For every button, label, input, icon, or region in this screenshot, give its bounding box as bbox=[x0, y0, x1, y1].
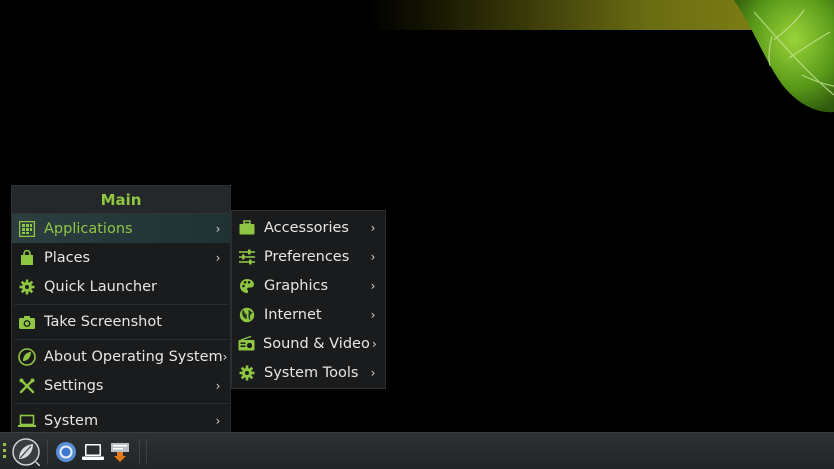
globe-icon bbox=[238, 306, 256, 324]
submenu-item-label: Sound & Video bbox=[263, 335, 370, 352]
submenu-item-sound-video[interactable]: Sound & Video › bbox=[232, 329, 385, 358]
menu-item-about-operating-system[interactable]: About Operating System › bbox=[12, 342, 230, 371]
laptop-icon bbox=[18, 412, 36, 430]
submenu-item-internet[interactable]: Internet › bbox=[232, 300, 385, 329]
apps-grid-icon bbox=[18, 220, 36, 238]
chevron-right-icon: › bbox=[370, 307, 376, 322]
menu-item-label: Applications bbox=[44, 220, 133, 237]
menu-item-label: System bbox=[44, 412, 99, 429]
chevron-right-icon: › bbox=[215, 413, 221, 428]
menu-item-places[interactable]: Places › bbox=[12, 243, 230, 272]
shopping-bag-icon bbox=[18, 249, 36, 267]
taskbar-separator bbox=[47, 439, 48, 465]
radio-icon bbox=[238, 335, 255, 353]
applications-submenu: Accessories › Preferences › Graphics › I… bbox=[231, 210, 386, 389]
submenu-item-system-tools[interactable]: System Tools › bbox=[232, 358, 385, 387]
palette-icon bbox=[238, 277, 256, 295]
menu-leaf-icon[interactable] bbox=[10, 437, 42, 467]
briefcase-icon bbox=[238, 219, 256, 237]
chevron-right-icon: › bbox=[372, 336, 377, 351]
menu-item-label: Quick Launcher bbox=[44, 278, 157, 295]
taskbar bbox=[0, 432, 834, 469]
menu-separator bbox=[14, 339, 228, 340]
chevron-right-icon: › bbox=[370, 278, 376, 293]
taskbar-separator bbox=[146, 439, 147, 465]
menu-item-system[interactable]: System › bbox=[12, 406, 230, 435]
submenu-item-accessories[interactable]: Accessories › bbox=[232, 213, 385, 242]
main-menu: Main Applications › Places › Quick Launc… bbox=[11, 185, 231, 433]
menu-separator bbox=[14, 403, 228, 404]
chevron-right-icon: › bbox=[215, 250, 221, 265]
chevron-right-icon: › bbox=[222, 349, 228, 364]
chevron-right-icon: › bbox=[215, 378, 221, 393]
chevron-right-icon: › bbox=[215, 221, 221, 236]
submenu-item-label: Internet bbox=[264, 306, 322, 323]
submenu-item-label: Accessories bbox=[264, 219, 349, 236]
menu-title: Main bbox=[12, 186, 230, 214]
menu-item-applications[interactable]: Applications › bbox=[12, 214, 230, 243]
panel-grip-handle[interactable] bbox=[3, 443, 7, 461]
laptop-icon[interactable] bbox=[81, 437, 105, 467]
menu-item-label: Settings bbox=[44, 377, 104, 394]
chevron-right-icon: › bbox=[370, 220, 376, 235]
file-manager-icon[interactable] bbox=[108, 437, 132, 467]
chevron-right-icon: › bbox=[370, 365, 376, 380]
menu-item-label: Take Screenshot bbox=[44, 313, 162, 330]
gear-icon bbox=[238, 364, 256, 382]
leaf-logo-icon bbox=[18, 347, 36, 366]
submenu-item-preferences[interactable]: Preferences › bbox=[232, 242, 385, 271]
wallpaper-leaf bbox=[734, 0, 834, 113]
chevron-right-icon: › bbox=[370, 249, 376, 264]
submenu-item-label: System Tools bbox=[264, 364, 359, 381]
chromium-browser-icon[interactable] bbox=[54, 437, 78, 467]
submenu-item-label: Graphics bbox=[264, 277, 329, 294]
gear-icon bbox=[18, 278, 36, 296]
menu-item-quick-launcher[interactable]: Quick Launcher bbox=[12, 272, 230, 301]
menu-separator bbox=[14, 304, 228, 305]
menu-item-settings[interactable]: Settings › bbox=[12, 371, 230, 400]
taskbar-separator bbox=[139, 439, 140, 465]
sliders-icon bbox=[238, 248, 256, 266]
camera-icon bbox=[18, 313, 36, 331]
menu-item-label: About Operating System bbox=[44, 348, 223, 365]
submenu-item-graphics[interactable]: Graphics › bbox=[232, 271, 385, 300]
menu-item-take-screenshot[interactable]: Take Screenshot bbox=[12, 307, 230, 336]
tools-icon bbox=[18, 377, 36, 395]
submenu-item-label: Preferences bbox=[264, 248, 350, 265]
menu-item-label: Places bbox=[44, 249, 91, 266]
